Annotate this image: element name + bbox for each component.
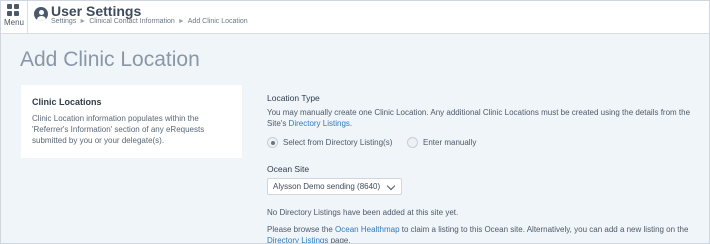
user-circle-icon (34, 7, 48, 21)
browse-notice: Please browse the Ocean Healthmap to cla… (267, 224, 688, 235)
grid-icon (7, 4, 19, 16)
browse-prefix: Please browse the (267, 225, 336, 234)
info-card-title: Clinic Locations (32, 97, 102, 107)
directory-listings-link[interactable]: Directory Listings (289, 119, 350, 128)
breadcrumb-current: Add Clinic Location (187, 18, 248, 25)
breadcrumb-separator: ► (79, 18, 87, 25)
radio-select-directory[interactable] (267, 137, 278, 148)
app-window: Menu User Settings Settings ► Clinical Con… (0, 0, 710, 244)
top-bar: Menu User Settings Settings ► Clinical Con… (1, 1, 709, 34)
breadcrumb-settings[interactable]: Settings (51, 18, 76, 25)
chevron-down-icon (386, 181, 396, 191)
browse-suffix: page. (328, 236, 351, 244)
help-suffix: . (349, 119, 353, 128)
breadcrumb: Settings ► Clinical Contact Information ► Ad… (51, 18, 248, 25)
menu-button[interactable]: Menu (1, 1, 28, 33)
location-type-help: You may manually create one Clinic Locat… (267, 108, 691, 117)
page-heading: Add Clinic Location (20, 48, 200, 71)
browse-notice-2: Directory Listings page. (267, 235, 351, 244)
menu-label: Menu (3, 18, 24, 27)
ocean-site-label: Ocean Site (267, 164, 310, 174)
radio-enter-manually-label[interactable]: Enter manually (423, 137, 476, 148)
page-title: User Settings (51, 3, 142, 19)
info-card-body: Clinic Location information populates wi… (32, 114, 205, 145)
ocean-healthmap-link[interactable]: Ocean Healthmap (335, 225, 399, 234)
directory-listings-page-link[interactable]: Directory Listings (267, 236, 328, 243)
no-listings-notice: No Directory Listings have been added at… (267, 208, 459, 217)
radio-select-directory-label[interactable]: Select from Directory Listing(s) (283, 137, 392, 148)
breadcrumb-clinical-contact[interactable]: Clinical Contact Information (89, 18, 175, 25)
ocean-site-value: Alysson Demo sending (8640) (273, 182, 381, 191)
ocean-site-select[interactable]: Alysson Demo sending (8640) (267, 178, 402, 195)
breadcrumb-separator: ► (177, 18, 185, 25)
location-type-help-2: Site's Directory Listings. (267, 118, 352, 129)
info-card: Clinic Locations Clinic Location informa… (21, 85, 242, 158)
browse-middle: to claim a listing to this Ocean site. A… (399, 225, 689, 234)
location-type-label: Location Type (267, 93, 320, 103)
radio-enter-manually[interactable] (407, 137, 418, 148)
help-prefix: Site's (267, 119, 289, 128)
